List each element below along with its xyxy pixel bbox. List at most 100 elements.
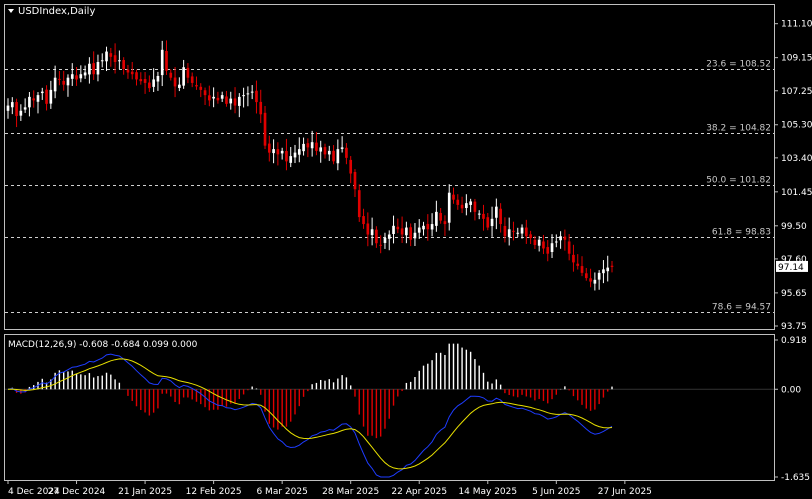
candle-body [353,172,357,190]
candle-body [122,60,125,69]
candle-body [495,206,498,218]
candle-body [156,75,160,82]
candle-body [40,91,44,94]
fib-label: 61.8 = 98.83 [712,228,771,238]
x-tick-label: 27 Dec 2024 [48,487,106,497]
candle-body [357,190,361,218]
candle-body [589,278,592,282]
candle-body [75,75,78,80]
triangle-down-icon[interactable] [8,9,14,13]
candle-body [477,213,481,215]
candle-body [10,102,14,108]
candle-body [559,236,562,241]
time-axis: 4 Dec 202427 Dec 2024 21 Jan 2025 12 Feb 2… [7,480,652,497]
candle-body [379,244,383,246]
candle-body [465,203,468,209]
candle-body [229,98,233,104]
candle-body [554,241,558,243]
candle-body [246,93,250,95]
macd-y-tick-label: -1.635 [781,473,810,483]
candle-body [220,95,224,99]
candle-body [499,208,502,225]
candle-body [606,267,610,272]
candle-body [520,227,524,234]
fib-label: 78.6 = 94.57 [712,303,771,313]
x-tick-label: 12 Feb 2025 [186,487,242,497]
x-tick-label: 6 Mar 2025 [256,487,307,497]
candle-body [88,63,91,75]
candle-body [396,226,400,230]
candle-body [225,96,228,104]
candle-body [58,78,61,80]
x-tick-label: 21 Jan 2025 [118,487,172,497]
candle-body [426,223,430,230]
candle-body [160,49,164,76]
candle-body [242,95,245,97]
candle-body [203,90,207,96]
candle-body [199,86,203,90]
candle-body [79,74,83,79]
macd-label: MACD(12,26,9) -0.608 -0.684 0.099 0.000 [8,340,198,350]
candles [6,40,614,291]
x-tick-label: 5 Jun 2025 [532,487,580,497]
candle-body [289,156,293,163]
x-tick-label: 22 Apr 2025 [391,487,447,497]
candle-body [152,79,155,87]
main-panel-frame [4,4,775,330]
candle-body [113,55,117,63]
candle-body [387,234,391,239]
candle-body [276,149,280,155]
candle-body [66,77,70,86]
candle-body [340,147,344,149]
candle-body [537,239,541,246]
candle-body [610,265,614,267]
candle-body [516,232,520,234]
candle-body [533,239,537,245]
candle-body [250,91,254,93]
candle-body [315,142,318,151]
candle-body [135,72,138,80]
candle-body [362,216,365,225]
trading-chart[interactable]: USDIndex,Daily 23.6 = 108.52 38.2 = 104.8… [0,0,812,499]
candle-body [49,89,53,104]
macd-line [7,353,613,478]
candle-body [422,225,425,230]
candle-body [597,272,601,280]
candle-body [524,227,528,237]
candle-body [417,227,421,233]
candle-body [285,151,288,162]
candle-body [45,89,48,104]
candle-body [139,79,143,82]
candle-body [186,67,190,78]
candle-body [413,232,417,239]
candle-body [92,63,96,75]
candle-body [345,147,348,158]
candle-body [32,98,36,101]
fib-label: 38.2 = 104.82 [706,124,771,134]
candle-body [126,69,130,73]
candle-body [15,102,18,117]
current-price-label: 97.14 [778,263,804,273]
candle-body [148,82,151,89]
candle-body [105,51,108,62]
candle-body [593,279,597,284]
candle-body [109,53,113,57]
candle-body [23,107,27,110]
price-axis: 111.10 109.15 107.25 105.30 103.40 101.45 99.5… [774,20,812,332]
candle-body [293,152,297,158]
candle-body [237,96,241,106]
candle-body [529,234,532,239]
candle-body [567,241,571,254]
candle-body [447,192,451,223]
candle-body [70,74,74,79]
candle-body [96,62,100,75]
candle-body [370,229,374,236]
candle-body [512,230,515,232]
y-tick-label: 111.10 [781,20,812,30]
candle-body [546,247,550,254]
y-tick-label: 101.45 [781,188,812,198]
candle-body [503,225,507,237]
candle-body [178,84,181,88]
candle-body [430,224,434,230]
candle-body [306,143,310,148]
